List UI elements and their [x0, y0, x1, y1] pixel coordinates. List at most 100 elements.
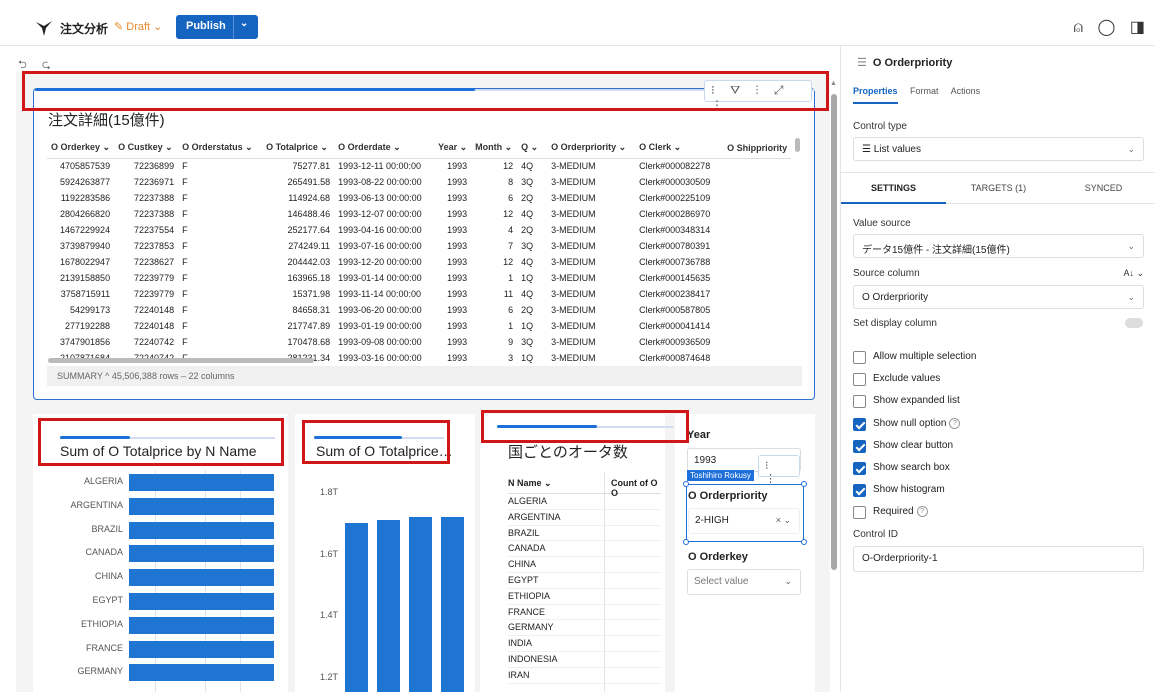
hbar-category-label: GERMANY [77, 666, 123, 677]
column-header[interactable]: Year ⌄ [434, 138, 472, 159]
scroll-up-icon[interactable]: ▲ [830, 80, 837, 87]
resize-handle-bl[interactable] [683, 539, 689, 545]
country-row[interactable]: ARGENTINA [508, 510, 661, 526]
clear-chevron-icon[interactable]: × ⌄ [776, 515, 791, 526]
checkbox[interactable] [853, 439, 866, 453]
table-row[interactable]: 5924263877 72236971 F 265491.58 1993-08-22 0… [47, 174, 791, 190]
country-row[interactable]: BRAZIL [508, 526, 661, 542]
subtab-synced[interactable]: SYNCED [1051, 183, 1155, 193]
hbar-bar[interactable] [129, 545, 274, 563]
user-add-icon[interactable]: ⍝ [1073, 19, 1083, 36]
country-row[interactable]: GERMANY [508, 620, 661, 637]
table-summary-bar[interactable]: SUMMARY ^ 45,506,388 rows – 22 columns [47, 366, 802, 386]
table-row[interactable]: 4705857539 72236899 F 75277.81 1993-12-11 00… [47, 158, 791, 174]
control-mini-toolbar[interactable]: ⁝ ⋮ [758, 455, 800, 485]
vbar-bar[interactable] [345, 523, 368, 692]
subtab-settings[interactable]: SETTINGS [841, 173, 946, 204]
hbar-bar[interactable] [129, 640, 274, 658]
table-cell: 8 [508, 177, 514, 187]
column-header[interactable]: O Clerk ⌄ [635, 138, 724, 159]
country-row[interactable]: CANADA [508, 541, 661, 558]
hbar-bar[interactable] [129, 474, 274, 491]
help-icon[interactable]: ? [949, 417, 961, 429]
country-col-name[interactable]: N Name ⌄ [508, 478, 552, 488]
column-header[interactable]: O Orderdate ⌄ [334, 138, 435, 159]
table-cell: Clerk#000587805 [639, 305, 711, 315]
table-row[interactable]: 3739879940 72237853 F 274249.11 1993-07-16 0… [47, 238, 791, 254]
table-row[interactable]: 54299173 72240148 F 84658.31 1993-06-20 00:0… [47, 302, 791, 318]
tab-actions[interactable]: Actions [951, 86, 981, 96]
table-row[interactable]: 1192283586 72237388 F 114924.68 1993-06-13 0… [47, 190, 791, 206]
country-row[interactable]: FRANCE [508, 605, 661, 621]
checkbox[interactable] [853, 417, 866, 431]
column-header[interactable]: O Orderkey ⌄ [47, 138, 115, 159]
hbar-bar[interactable] [129, 593, 274, 610]
table-cell: 1993 [447, 161, 468, 172]
country-row[interactable]: IRAN [508, 668, 661, 684]
hbar-bar[interactable] [129, 569, 274, 587]
column-header[interactable]: O Shippriority [723, 138, 792, 159]
hbar-bar[interactable] [129, 497, 274, 515]
control-type-select[interactable]: ☰ List values ⌄ [853, 137, 1144, 161]
tab-properties[interactable]: Properties [853, 86, 898, 104]
column-header[interactable]: O Custkey ⌄ [114, 138, 179, 159]
hbar-bar[interactable] [129, 616, 274, 634]
column-header[interactable]: Q ⌄ [517, 138, 548, 159]
table-cell: 72237388 [134, 209, 175, 219]
table-horizontal-scrollbar[interactable] [48, 358, 314, 363]
table-cell: Clerk#000225109 [639, 193, 711, 203]
resize-handle-tl[interactable] [683, 481, 689, 487]
checkbox[interactable] [853, 506, 866, 520]
hbar-bar[interactable] [129, 521, 274, 539]
table-toolbar[interactable]: ⁝ ⛛ ⫶ ⤢ ⋮ [704, 80, 812, 112]
checkbox[interactable] [853, 351, 866, 364]
vbar-bar[interactable] [441, 516, 464, 692]
subtab-targets[interactable]: TARGETS (1) [946, 183, 1051, 193]
country-row[interactable]: INDIA [508, 636, 661, 652]
sort-icon[interactable]: A↓ ⌄ [1123, 268, 1144, 279]
control-id-label: Control ID [853, 529, 899, 540]
checkbox[interactable] [853, 484, 866, 498]
table-row[interactable]: 3747901856 72240742 F 170478.68 1993-09-08 0… [47, 334, 791, 350]
checkbox[interactable] [853, 373, 866, 387]
column-header[interactable]: Month ⌄ [471, 138, 518, 159]
column-header[interactable]: O Orderstatus ⌄ [178, 138, 263, 159]
value-source-select[interactable]: データ15億件 - 注文詳細(15億件) ⌄ [853, 234, 1144, 258]
table-row[interactable]: 3758715911 72239779 F 15371.98 1993-11-14 00… [47, 286, 791, 302]
source-column-select[interactable]: O Orderpriority ⌄ [853, 285, 1144, 309]
display-column-toggle[interactable] [1125, 318, 1143, 328]
country-row[interactable]: CHINA [508, 557, 661, 573]
table-row[interactable]: 277192288 72240148 F 217747.89 1993-01-19 00… [47, 318, 791, 334]
country-row[interactable]: ETHIOPIA [508, 589, 661, 605]
country-row[interactable]: EGYPT [508, 573, 661, 589]
column-header[interactable]: O Totalprice ⌄ [262, 138, 335, 159]
control-id-input[interactable]: O-Orderpriority-1 [853, 546, 1144, 572]
display-column-label: Set display column [853, 318, 937, 329]
hbar-bar[interactable] [129, 664, 274, 682]
main-vertical-scrollbar[interactable]: ▲ [830, 80, 838, 570]
table-row[interactable]: 1678022947 72238627 F 204442.03 1993-12-20 0… [47, 254, 791, 270]
help-icon[interactable]: ? [916, 506, 928, 518]
draft-status-dropdown[interactable]: ✎ Draft ⌄ [114, 20, 162, 33]
checkbox[interactable] [853, 462, 866, 475]
resize-handle-tr[interactable] [801, 481, 807, 487]
main-scroll-thumb[interactable] [831, 94, 837, 570]
publish-dropdown-icon[interactable]: ⌄ [240, 18, 248, 29]
table-row[interactable]: 2804266820 72237388 F 146488.46 1993-12-07 0… [47, 206, 791, 222]
sync-icon[interactable]: ◯ [1098, 19, 1116, 36]
table-row[interactable]: 2139158850 72239779 F 163965.18 1993-01-14 0… [47, 270, 791, 286]
country-col-count[interactable]: Count of O O [611, 478, 661, 498]
country-row[interactable]: INDONESIA [508, 652, 661, 668]
priority-control-select[interactable]: 2-HIGH × ⌄ [688, 508, 800, 534]
panel-icon[interactable]: ◨ [1130, 19, 1145, 36]
orderkey-control-select[interactable]: Select value ⌄ [687, 569, 801, 595]
publish-button[interactable]: Publish ⌄ [176, 15, 258, 39]
table-vertical-scrollbar[interactable] [795, 138, 800, 152]
checkbox[interactable] [853, 395, 866, 409]
vbar-bar[interactable] [377, 520, 400, 692]
table-row[interactable]: 1467229924 72237554 F 252177.64 1993-04-16 0… [47, 222, 791, 238]
vbar-bar[interactable] [409, 516, 432, 692]
column-header[interactable]: O Orderpriority ⌄ [547, 138, 636, 159]
tab-format[interactable]: Format [910, 86, 939, 96]
resize-handle-br[interactable] [801, 539, 807, 545]
